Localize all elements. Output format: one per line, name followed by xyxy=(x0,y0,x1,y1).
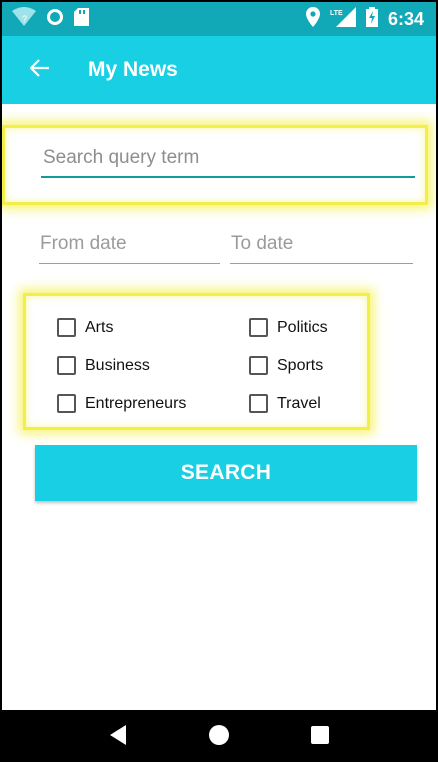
back-triangle-icon xyxy=(108,724,128,751)
nav-home-button[interactable] xyxy=(199,717,239,757)
checkbox-arts[interactable]: Arts xyxy=(57,318,113,337)
battery-charging-icon xyxy=(365,6,378,32)
checkbox-label: Entrepreneurs xyxy=(85,394,187,412)
device-screen: ? LTE 6:34 My News Search query term Fro… xyxy=(0,0,438,762)
circle-icon xyxy=(46,8,64,31)
checkbox-box[interactable] xyxy=(249,318,268,337)
status-right: LTE 6:34 xyxy=(305,6,424,32)
search-query-input[interactable] xyxy=(41,144,415,178)
home-circle-icon xyxy=(208,724,230,751)
recents-square-icon xyxy=(310,725,330,750)
checkbox-label: Sports xyxy=(277,356,324,374)
checkbox-label: Arts xyxy=(85,318,114,336)
checkbox-label: Politics xyxy=(277,318,328,336)
checkbox-politics[interactable]: Politics xyxy=(249,318,328,337)
lte-signal-icon: LTE xyxy=(330,6,356,32)
back-button[interactable] xyxy=(29,58,50,82)
svg-text:LTE: LTE xyxy=(330,10,343,17)
checkbox-box[interactable] xyxy=(57,394,76,413)
nav-recents-button[interactable] xyxy=(300,717,340,757)
status-left: ? xyxy=(12,6,89,32)
search-highlight-box xyxy=(2,125,428,205)
checkbox-box[interactable] xyxy=(249,394,268,413)
search-button[interactable]: SEARCH xyxy=(35,445,417,501)
checkbox-box[interactable] xyxy=(57,356,76,375)
category-checkbox-group: Arts Politics Business Sports Entreprene… xyxy=(23,293,370,430)
checkbox-label: Business xyxy=(85,356,150,374)
nav-back-button[interactable] xyxy=(98,717,138,757)
checkbox-sports[interactable]: Sports xyxy=(249,356,323,375)
to-date-field[interactable] xyxy=(230,228,413,264)
from-date-field[interactable] xyxy=(39,228,220,264)
app-title: My News xyxy=(88,58,178,81)
navigation-bar xyxy=(2,710,436,760)
checkbox-travel[interactable]: Travel xyxy=(249,394,321,413)
arrow-left-icon xyxy=(29,58,50,82)
wifi-icon: ? xyxy=(12,6,36,32)
svg-text:?: ? xyxy=(22,14,27,24)
status-bar: ? LTE 6:34 xyxy=(2,2,436,36)
checkbox-business[interactable]: Business xyxy=(57,356,150,375)
app-bar: My News xyxy=(2,36,436,104)
checkbox-label: Travel xyxy=(277,394,321,412)
checkbox-entrepreneurs[interactable]: Entrepreneurs xyxy=(57,394,186,413)
checkbox-box[interactable] xyxy=(57,318,76,337)
status-time: 6:34 xyxy=(387,8,424,29)
checkbox-box[interactable] xyxy=(249,356,268,375)
location-icon xyxy=(305,6,320,32)
sd-card-icon xyxy=(74,7,89,31)
